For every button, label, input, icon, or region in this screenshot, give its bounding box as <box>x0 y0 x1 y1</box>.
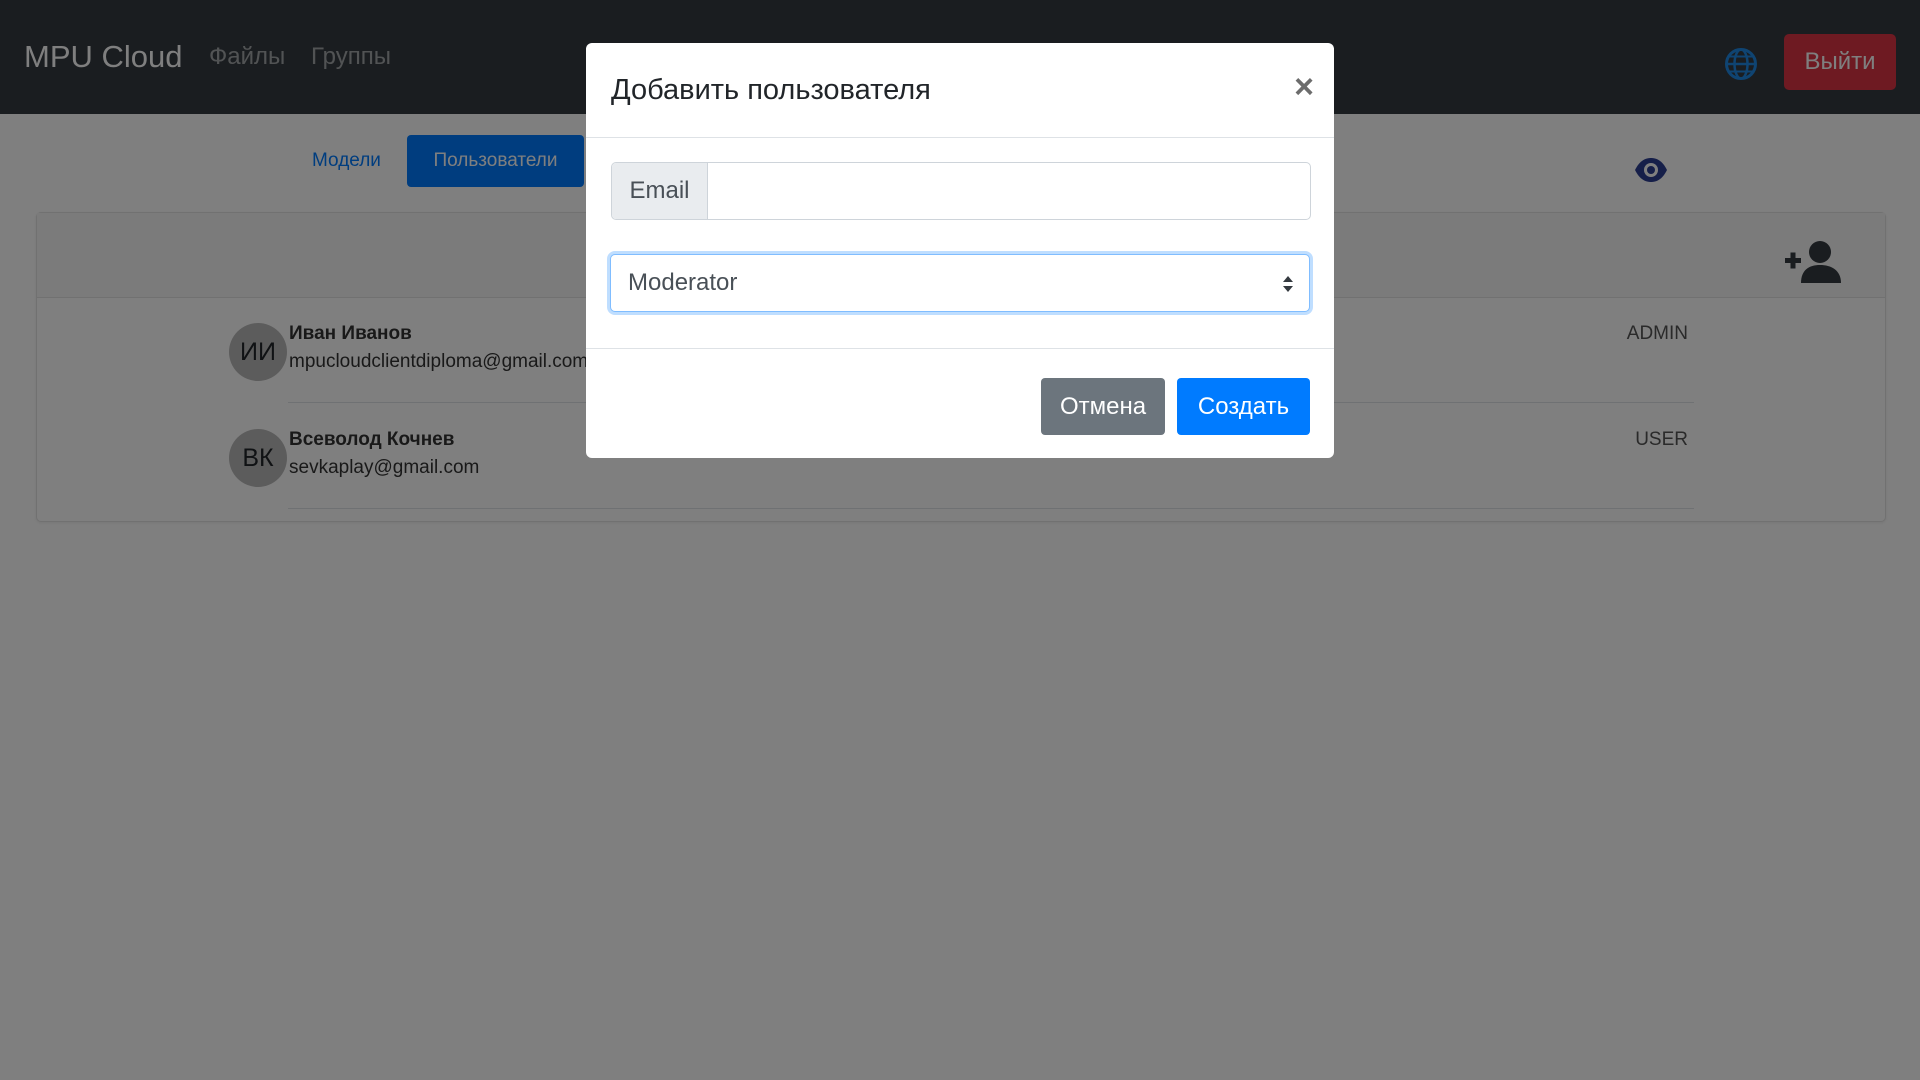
cancel-button[interactable]: Отмена <box>1041 378 1165 435</box>
modal-header: Добавить пользователя × <box>586 43 1334 138</box>
add-user-modal: Добавить пользователя × Email Moderator … <box>586 43 1334 458</box>
email-field[interactable] <box>708 163 1308 219</box>
modal-title: Добавить пользователя <box>611 74 931 106</box>
role-select[interactable]: Moderator <box>610 254 1310 312</box>
create-button[interactable]: Создать <box>1177 378 1310 435</box>
email-input-group: Email <box>611 162 1311 220</box>
modal-footer: Отмена Создать <box>586 348 1334 458</box>
role-select-value: Moderator <box>628 269 738 296</box>
close-icon[interactable]: × <box>1286 67 1322 107</box>
email-label: Email <box>612 163 708 219</box>
select-arrows-icon <box>1283 276 1293 292</box>
